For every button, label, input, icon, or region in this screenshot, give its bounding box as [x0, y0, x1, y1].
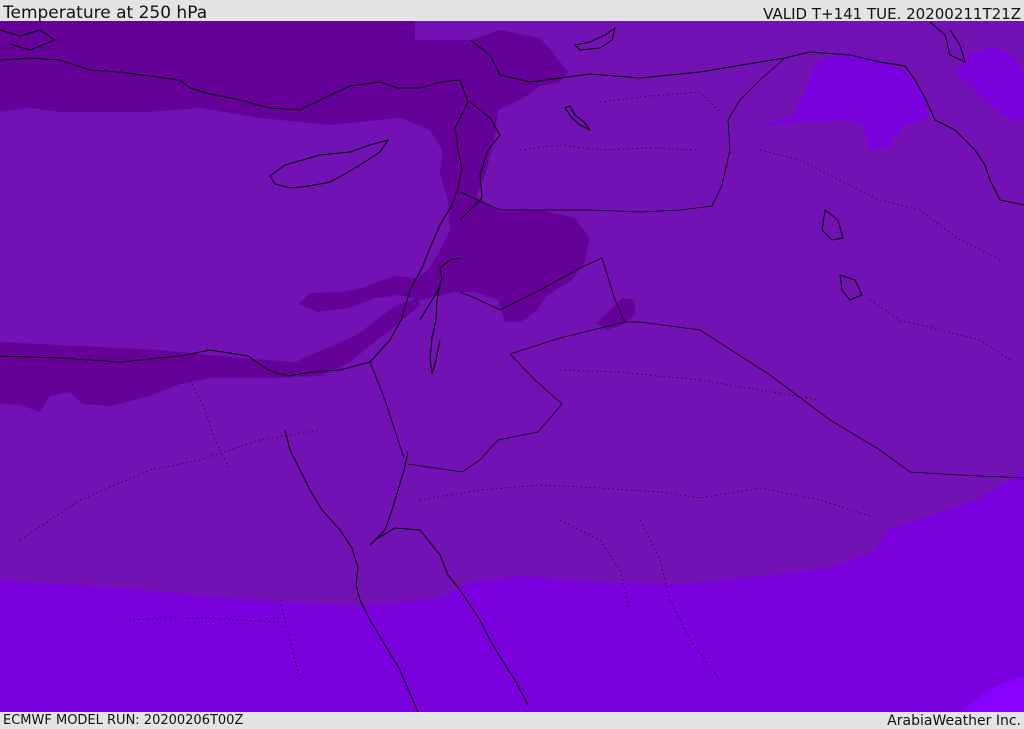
model-run-label: ECMWF MODEL RUN: 20200206T00Z	[3, 713, 244, 728]
map-title: Temperature at 250 hPa	[3, 3, 208, 23]
temperature-map	[0, 21, 1024, 712]
brand-label: ArabiaWeather Inc.	[887, 713, 1021, 729]
map-frame: Temperature at 250 hPa VALID T+141 TUE. …	[0, 0, 1024, 729]
